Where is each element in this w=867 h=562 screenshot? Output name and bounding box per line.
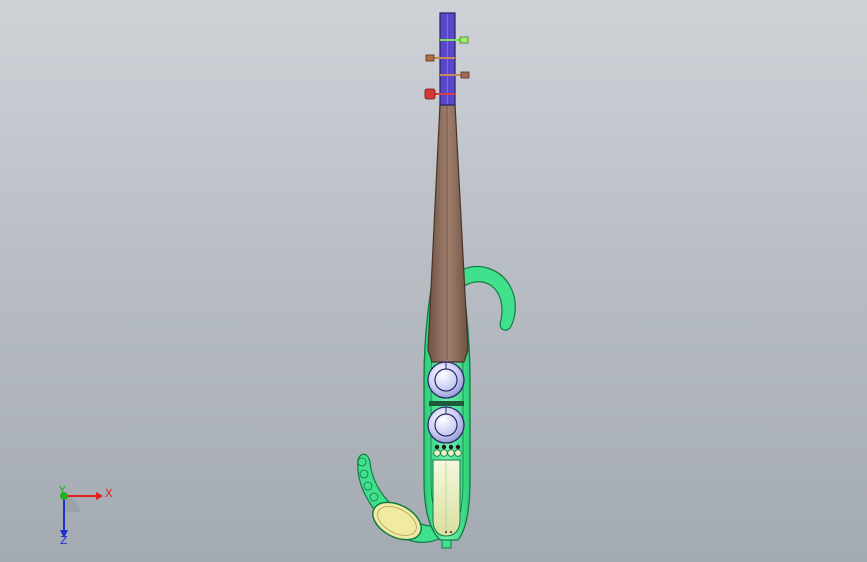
volume-knob[interactable] (427, 361, 465, 399)
output-jack[interactable] (441, 539, 452, 549)
electric-violin-model[interactable] (0, 0, 867, 562)
z-axis-label: Z (60, 534, 68, 546)
x-axis-arrow (96, 492, 103, 500)
lower-panel[interactable] (432, 459, 461, 537)
tone-knob[interactable] (427, 406, 465, 444)
coordinate-triad[interactable]: X Y Z (48, 484, 118, 546)
control-strip (429, 401, 464, 406)
x-axis-label: X (105, 487, 113, 500)
graphics-viewport[interactable]: X Y Z (0, 0, 867, 562)
y-axis-label: Y (58, 484, 66, 497)
shoulder-rest-hook[interactable] (461, 265, 516, 331)
fingerboard[interactable] (427, 103, 469, 363)
